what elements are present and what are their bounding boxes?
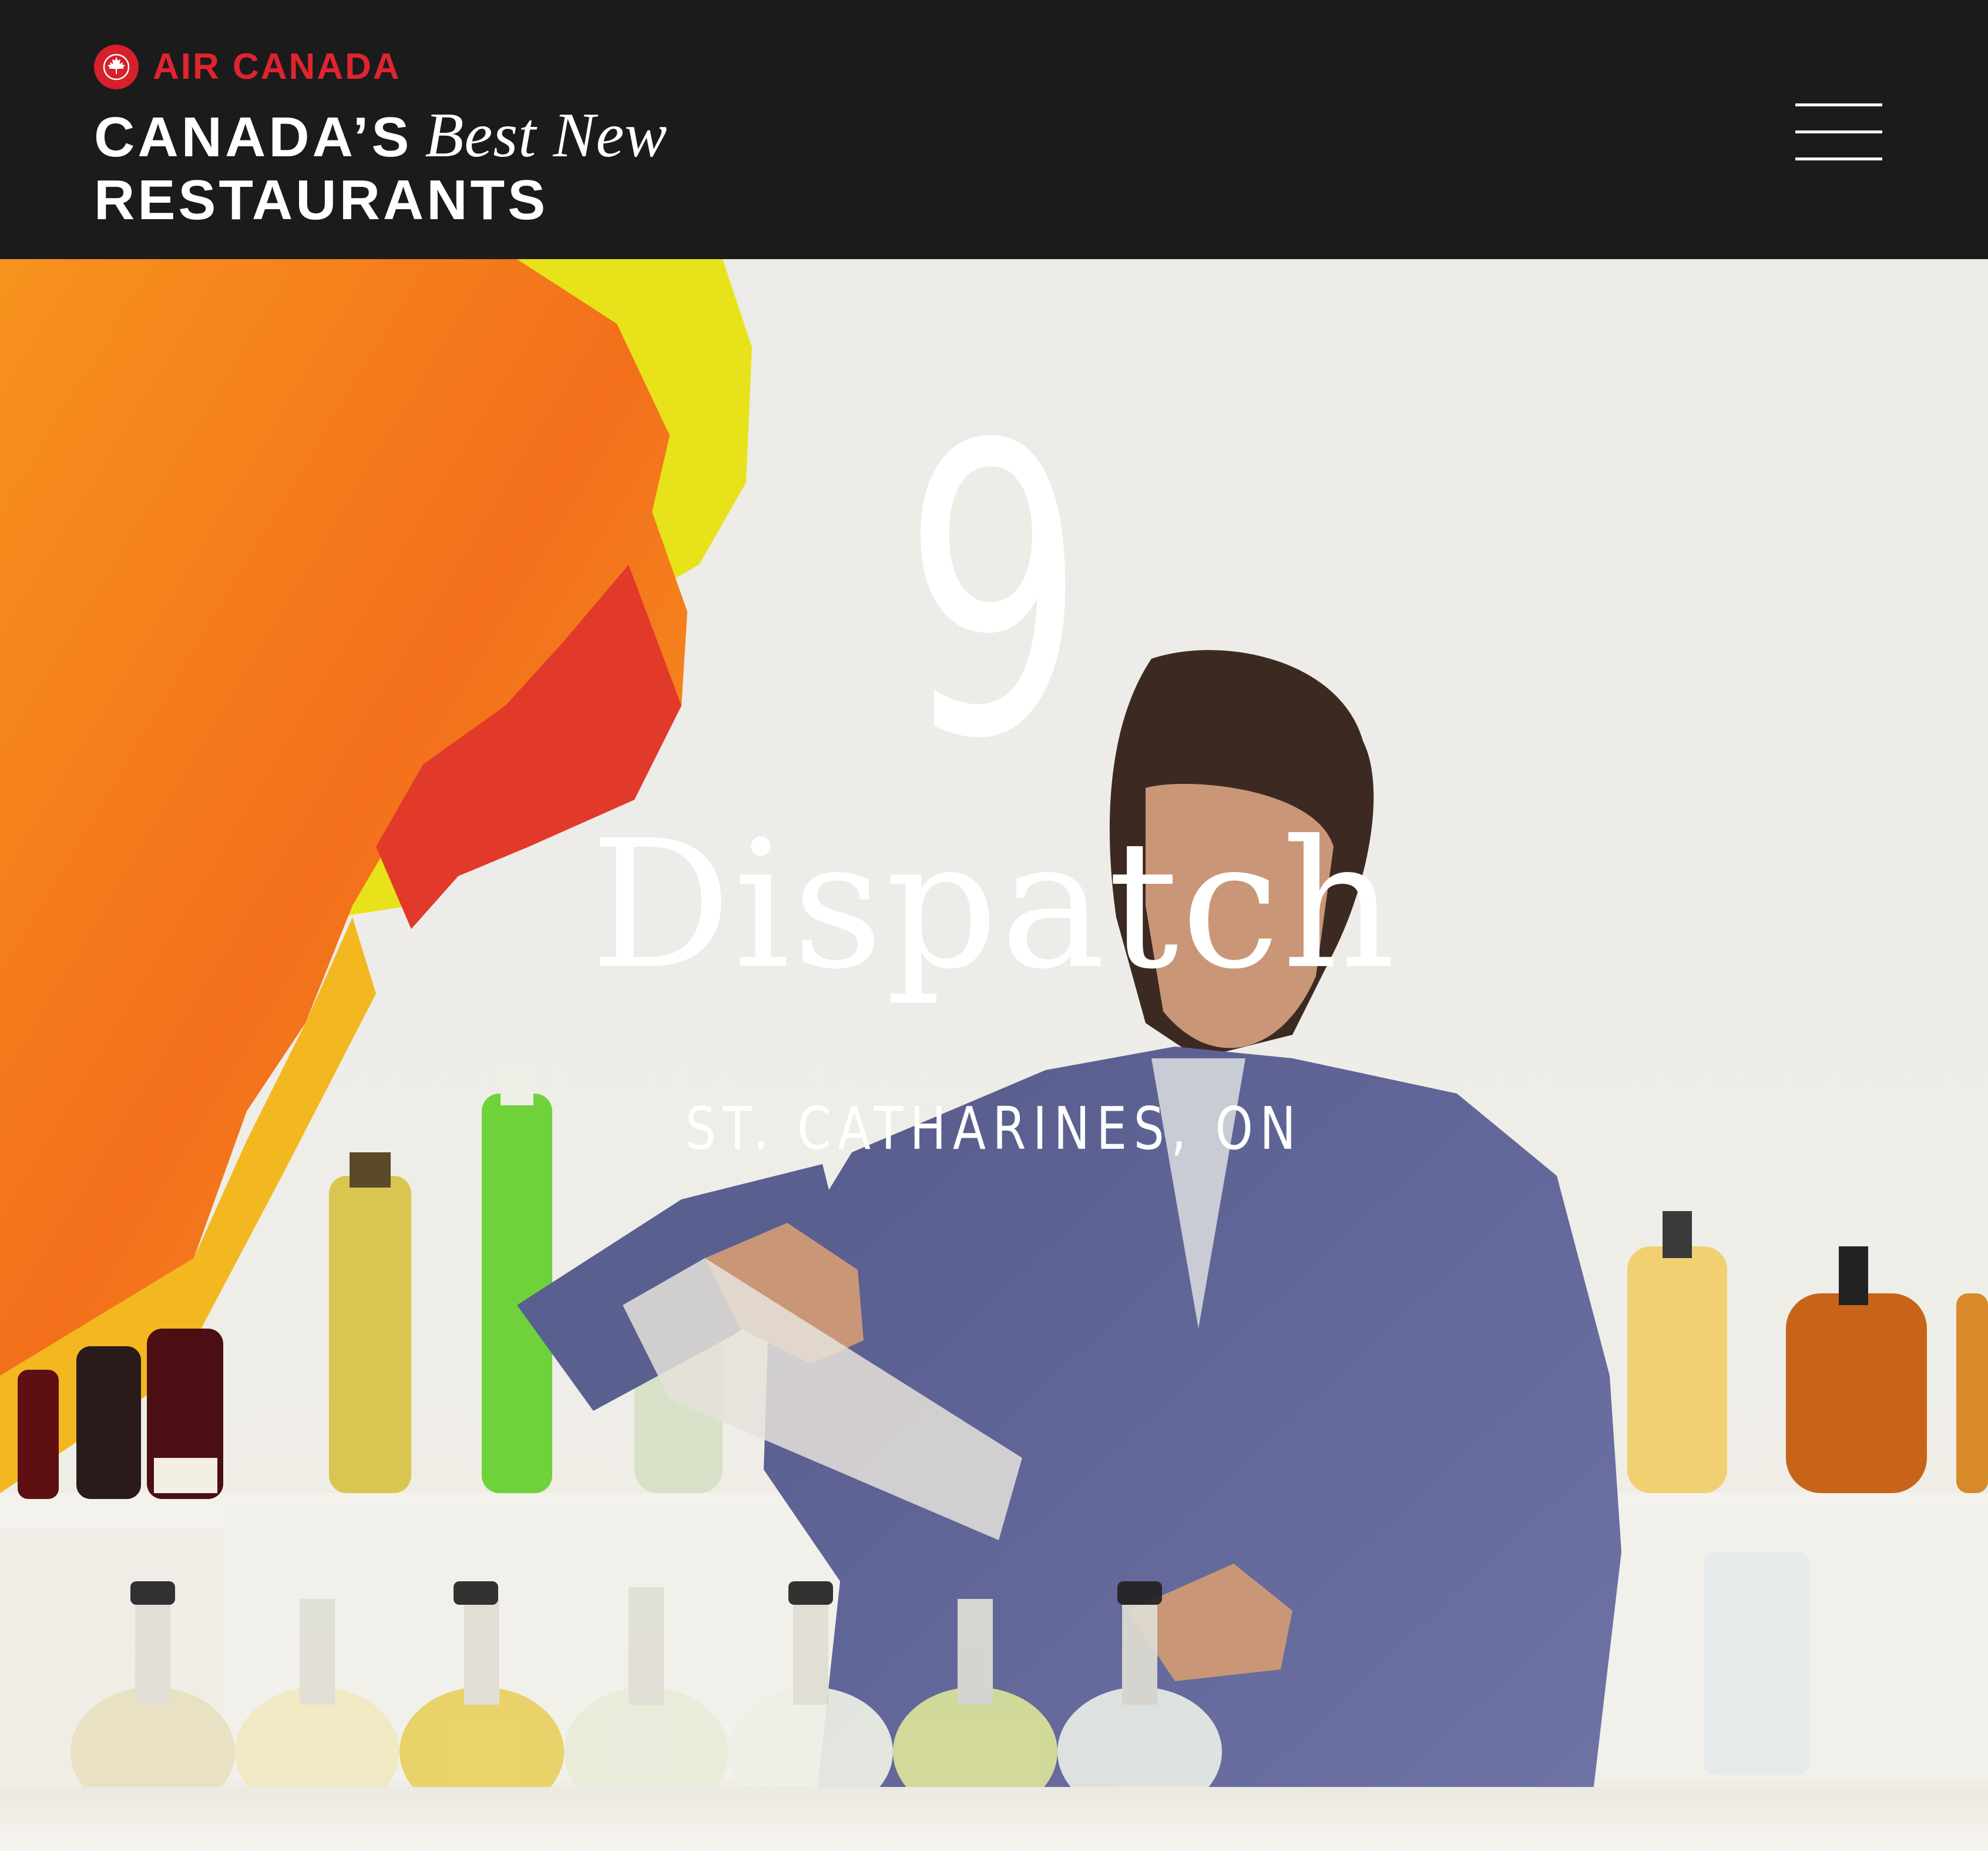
- site-title-line-2: RESTAURANTS: [94, 168, 548, 233]
- menu-button[interactable]: [1792, 100, 1886, 165]
- restaurant-name: Dispatch: [590, 803, 1398, 1008]
- title-bold-canadas: CANADA’S: [94, 106, 412, 169]
- restaurant-rank: 9: [902, 361, 1086, 826]
- menu-bar-middle: [1795, 130, 1882, 133]
- restaurant-location: ST. CATHARINES, ON: [685, 1094, 1303, 1163]
- title-script-best-new: Best New: [425, 100, 668, 170]
- brand-logo[interactable]: AIR CANADA CANADA’S Best New RESTAURANTS: [94, 45, 687, 232]
- maple-leaf-roundel-icon: [94, 45, 139, 89]
- site-title-line-1: CANADA’S Best New: [94, 100, 668, 170]
- site-header: AIR CANADA CANADA’S Best New RESTAURANTS: [0, 0, 1988, 259]
- menu-bar-top: [1795, 103, 1882, 106]
- title-bold-restaurants: RESTAURANTS: [94, 169, 549, 232]
- airline-name: AIR CANADA: [153, 46, 401, 87]
- menu-bar-bottom: [1795, 157, 1882, 160]
- hero-section: 9 Dispatch ST. CATHARINES, ON: [0, 259, 1988, 1851]
- air-canada-logo: AIR CANADA: [94, 45, 401, 89]
